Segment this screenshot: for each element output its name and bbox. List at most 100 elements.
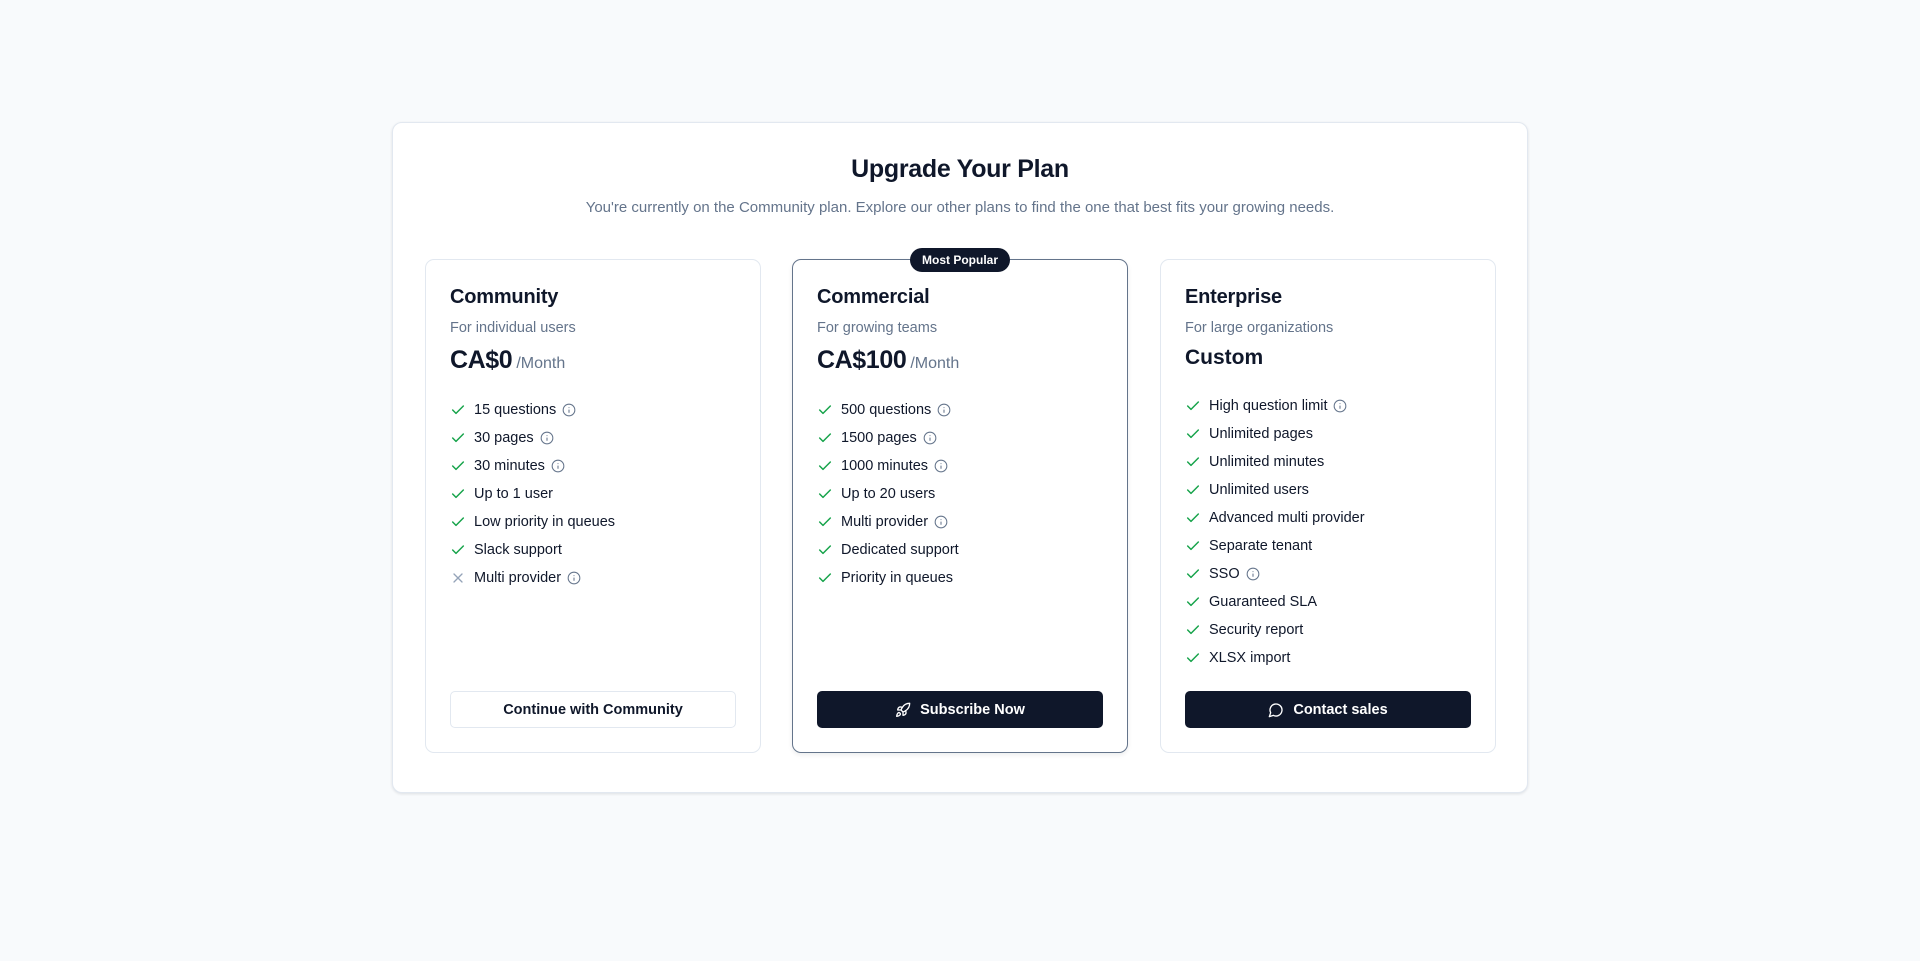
feature-item: Unlimited users: [1185, 476, 1365, 504]
check-icon: [817, 486, 833, 502]
feature-item: 30 minutes: [450, 452, 615, 480]
button-label: Contact sales: [1293, 701, 1388, 718]
feature-list: 500 questions 1500 pages 1000 minutes Up to…: [817, 396, 959, 592]
feature-item: Unlimited pages: [1185, 420, 1365, 448]
check-icon: [450, 430, 466, 446]
check-icon: [450, 458, 466, 474]
feature-item: Unlimited minutes: [1185, 448, 1365, 476]
feature-item: Advanced multi provider: [1185, 504, 1365, 532]
feature-label: 500 questions: [841, 402, 932, 418]
feature-label: SSO: [1209, 566, 1240, 582]
plan-name: Community: [450, 286, 559, 308]
info-icon[interactable]: [923, 431, 937, 445]
feature-label: Unlimited users: [1209, 482, 1309, 498]
feature-item: XLSX import: [1185, 644, 1365, 672]
check-icon: [817, 402, 833, 418]
check-icon: [1185, 454, 1201, 470]
price-amount: CA$100: [817, 346, 907, 374]
feature-item: Multi provider: [450, 564, 615, 592]
plan-name: Enterprise: [1185, 286, 1282, 308]
check-icon: [1185, 510, 1201, 526]
feature-label: High question limit: [1209, 398, 1328, 414]
rocket-icon: [895, 702, 911, 718]
plan-name: Commercial: [817, 286, 930, 308]
plan-price: Custom: [1185, 346, 1263, 370]
info-icon[interactable]: [934, 459, 948, 473]
check-icon: [1185, 622, 1201, 638]
check-icon: [817, 514, 833, 530]
price-period: /Month: [910, 355, 960, 372]
continue-with-community-button[interactable]: Continue with Community: [450, 691, 736, 728]
feature-label: 15 questions: [474, 402, 557, 418]
check-icon: [1185, 482, 1201, 498]
feature-item: Guaranteed SLA: [1185, 588, 1365, 616]
button-label: Continue with Community: [503, 701, 683, 718]
feature-item: Separate tenant: [1185, 532, 1365, 560]
most-popular-badge: Most Popular: [909, 248, 1011, 272]
check-icon: [817, 458, 833, 474]
feature-label: Slack support: [474, 542, 562, 558]
feature-label: Multi provider: [474, 570, 562, 586]
plan-card-community: Community For individual users CA$0 /Mon…: [425, 259, 761, 753]
info-icon[interactable]: [562, 403, 576, 417]
feature-label: 30 pages: [474, 430, 534, 446]
feature-list: High question limit Unlimited pages Unlimi…: [1185, 392, 1365, 672]
info-icon[interactable]: [540, 431, 554, 445]
check-icon: [817, 542, 833, 558]
info-icon[interactable]: [934, 515, 948, 529]
feature-item: Priority in queues: [817, 564, 959, 592]
feature-list: 15 questions 30 pages 30 minutes Up to 1 us…: [450, 396, 615, 592]
feature-item: Up to 1 user: [450, 480, 615, 508]
check-icon: [1185, 398, 1201, 414]
price-period: /Month: [516, 355, 566, 372]
feature-label: Security report: [1209, 622, 1304, 638]
plan-card-commercial: Most Popular Commercial For growing team…: [792, 248, 1128, 753]
check-icon: [817, 430, 833, 446]
button-label: Subscribe Now: [920, 701, 1025, 718]
feature-item: Up to 20 users: [817, 480, 959, 508]
feature-item: 1000 minutes: [817, 452, 959, 480]
info-icon[interactable]: [1333, 399, 1347, 413]
feature-label: 1500 pages: [841, 430, 917, 446]
subscribe-now-button[interactable]: Subscribe Now: [817, 691, 1103, 728]
check-icon: [450, 514, 466, 530]
feature-label: Unlimited minutes: [1209, 454, 1325, 470]
plan-description: For growing teams: [817, 320, 938, 336]
price-custom: Custom: [1185, 346, 1264, 369]
message-circle-icon: [1268, 702, 1284, 718]
price-amount: CA$0: [450, 346, 513, 374]
info-icon[interactable]: [567, 571, 581, 585]
dialog-title: Upgrade Your Plan: [851, 155, 1069, 183]
feature-label: Low priority in queues: [474, 514, 616, 530]
contact-sales-button[interactable]: Contact sales: [1185, 691, 1471, 728]
feature-item: SSO: [1185, 560, 1365, 588]
feature-label: XLSX import: [1209, 650, 1291, 666]
x-icon: [450, 570, 466, 586]
feature-label: Unlimited pages: [1209, 426, 1313, 442]
feature-item: 1500 pages: [817, 424, 959, 452]
feature-label: Dedicated support: [841, 542, 959, 558]
info-icon[interactable]: [937, 403, 951, 417]
feature-label: Advanced multi provider: [1209, 510, 1365, 526]
feature-item: Security report: [1185, 616, 1365, 644]
check-icon: [1185, 650, 1201, 666]
feature-label: Up to 20 users: [841, 486, 936, 502]
plan-description: For individual users: [450, 320, 576, 336]
feature-label: 30 minutes: [474, 458, 545, 474]
dialog-subtitle: You're currently on the Community plan. …: [585, 199, 1335, 216]
feature-item: High question limit: [1185, 392, 1365, 420]
plan-price: CA$0 /Month: [450, 346, 565, 375]
check-icon: [450, 402, 466, 418]
feature-label: Up to 1 user: [474, 486, 553, 502]
feature-label: Multi provider: [841, 514, 929, 530]
feature-label: Separate tenant: [1209, 538, 1313, 554]
info-icon[interactable]: [551, 459, 565, 473]
check-icon: [1185, 538, 1201, 554]
check-icon: [1185, 426, 1201, 442]
check-icon: [450, 486, 466, 502]
check-icon: [817, 570, 833, 586]
info-icon[interactable]: [1246, 567, 1260, 581]
feature-item: Dedicated support: [817, 536, 959, 564]
feature-item: 15 questions: [450, 396, 615, 424]
plan-price: CA$100 /Month: [817, 346, 959, 375]
